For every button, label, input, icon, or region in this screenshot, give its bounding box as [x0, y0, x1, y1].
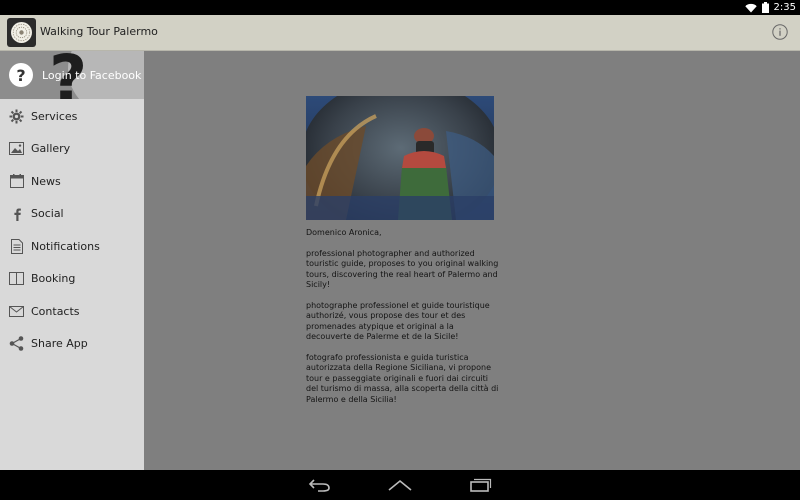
paragraph-french: photographe professionel et guide touris…	[306, 300, 490, 342]
drawer-item-notifications[interactable]: Notifications	[0, 230, 144, 263]
navigation-drawer: ? ? Login to Facebook Services Gallery N…	[0, 51, 144, 470]
drawer-item-contacts[interactable]: Contacts	[0, 295, 144, 328]
drawer-item-label: Gallery	[31, 142, 71, 156]
drawer-item-services[interactable]: Services	[0, 100, 144, 133]
book-icon	[8, 270, 25, 287]
drawer-item-label: Notifications	[31, 239, 100, 253]
profile-photo	[306, 96, 494, 220]
app-logo-icon[interactable]	[7, 18, 36, 47]
info-icon[interactable]	[772, 24, 788, 40]
login-facebook-label: Login to Facebook	[42, 69, 142, 82]
document-icon	[8, 238, 25, 255]
app-bar: Walking Tour Palermo	[0, 15, 800, 51]
status-bar: 2:35	[0, 0, 800, 15]
article-text: Domenico Aronica, professional photograp…	[306, 228, 501, 415]
facebook-login-header[interactable]: ? ? Login to Facebook	[0, 51, 144, 99]
back-icon[interactable]	[308, 478, 332, 492]
question-avatar-icon: ?	[9, 63, 33, 87]
app-title: Walking Tour Palermo	[40, 25, 158, 38]
drawer-item-label: Booking	[31, 272, 76, 286]
envelope-icon	[8, 303, 25, 320]
system-navigation-bar	[0, 470, 800, 500]
status-time: 2:35	[773, 2, 796, 13]
share-icon	[8, 335, 25, 352]
author-name: Domenico Aronica,	[306, 228, 382, 237]
paragraph-italian: fotografo professionista e guida turisti…	[306, 352, 499, 404]
drawer-item-booking[interactable]: Booking	[0, 263, 144, 296]
drawer-item-social[interactable]: Social	[0, 198, 144, 231]
recent-apps-icon[interactable]	[468, 478, 492, 492]
drawer-item-label: Share App	[31, 337, 88, 351]
drawer-menu: Services Gallery News Social Notificatio…	[0, 100, 144, 360]
drawer-item-label: News	[31, 174, 61, 188]
drawer-item-label: Social	[31, 207, 64, 221]
drawer-item-share-app[interactable]: Share App	[0, 328, 144, 361]
image-icon	[8, 140, 25, 157]
facebook-icon	[8, 205, 25, 222]
drawer-item-news[interactable]: News	[0, 165, 144, 198]
wifi-icon	[744, 3, 757, 12]
drawer-item-label: Services	[31, 109, 78, 123]
home-icon[interactable]	[388, 478, 412, 492]
status-icons: 2:35	[744, 0, 796, 15]
drawer-item-gallery[interactable]: Gallery	[0, 133, 144, 166]
paragraph-english: professional photographer and authorized…	[306, 248, 499, 290]
battery-icon	[761, 2, 769, 13]
drawer-item-label: Contacts	[31, 304, 80, 318]
gear-icon	[8, 108, 25, 125]
calendar-icon	[8, 173, 25, 190]
